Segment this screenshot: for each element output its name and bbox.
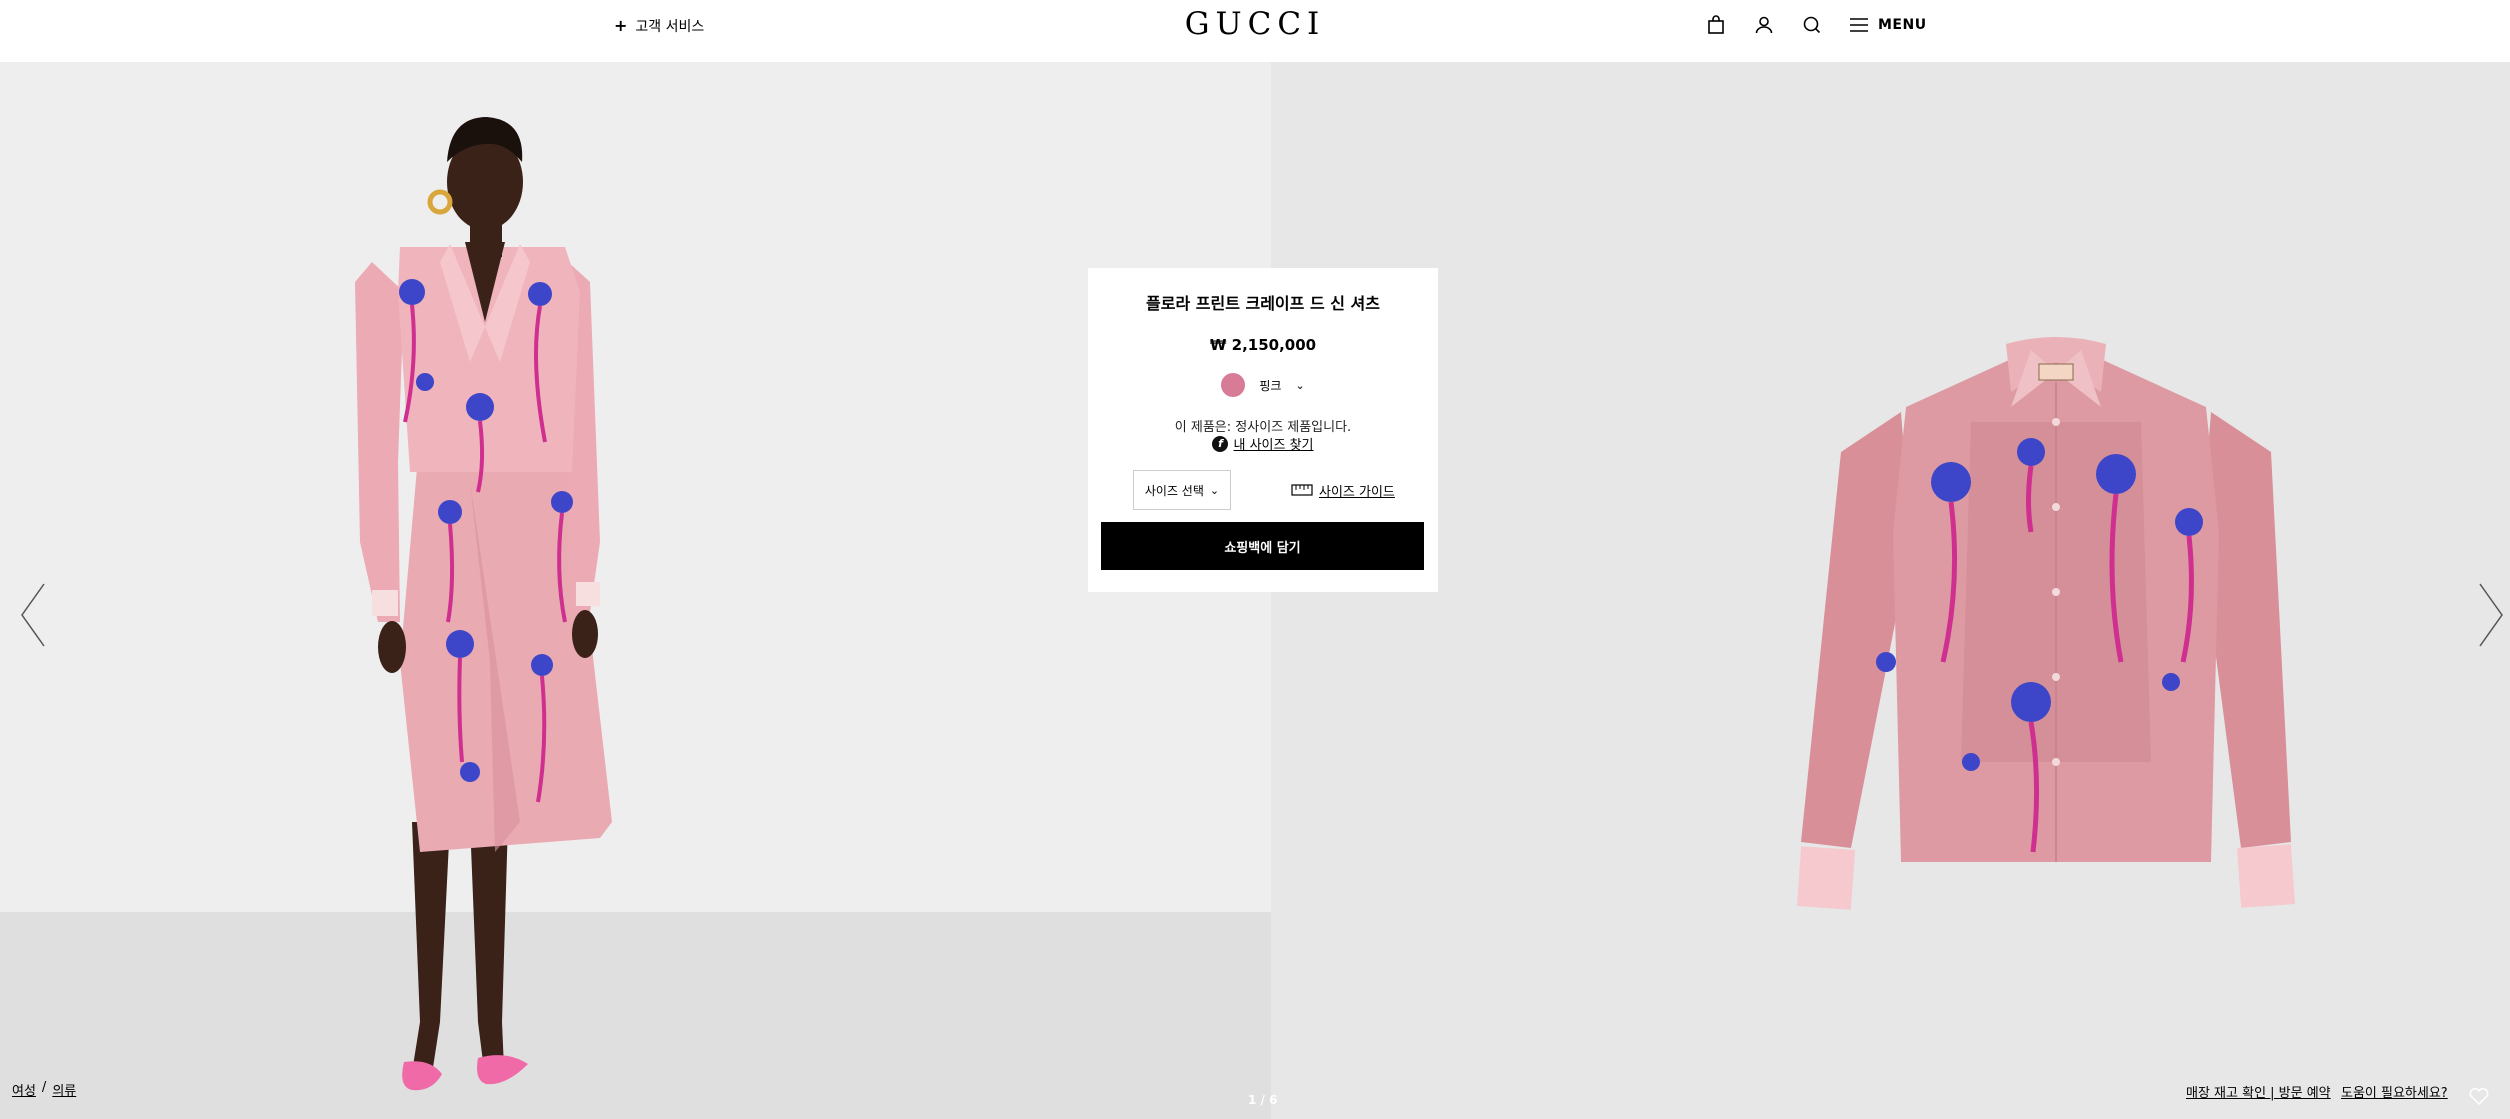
breadcrumb-separator: / [41,1080,47,1095]
product-image-panel [1271,62,2510,1119]
size-guide-link[interactable]: 사이즈 가이드 [1291,480,1395,500]
previous-arrow-icon[interactable] [18,582,48,648]
fit-note: 이 제품은: 정사이즈 제품입니다. [1174,420,1352,435]
account-icon[interactable] [1753,14,1775,36]
site-header: + 고객 서비스 GUCCI MENU [0,0,2510,62]
size-select[interactable]: 사이즈 선택 ⌄ [1133,470,1231,510]
color-selector[interactable]: 핑크 ⌄ [1088,373,1438,397]
next-arrow-icon[interactable] [2476,582,2506,648]
store-availability-link[interactable]: 매장 재고 확인 | 방문 예약 [2186,1082,2331,1101]
find-my-size-link[interactable]: f 내 사이즈 찾기 [1088,434,1438,453]
plus-icon: + [614,16,628,35]
customer-service-link[interactable]: + 고객 서비스 [614,16,704,36]
fit-finder-icon: f [1212,435,1229,452]
product-price: ₩ 2,150,000 [1209,336,1317,354]
add-to-bag-button[interactable]: 쇼핑백에 담기 [1101,522,1424,570]
chevron-down-icon: ⌄ [1295,378,1305,392]
hamburger-icon [1850,18,1868,32]
breadcrumb: 여성 / 의류 [12,1080,76,1099]
find-my-size-label: 내 사이즈 찾기 [1233,438,1314,453]
menu-button[interactable]: MENU [1850,14,1927,36]
customer-service-label: 고객 서비스 [635,19,705,35]
menu-label: MENU [1878,17,1927,33]
shopping-bag-icon[interactable] [1705,14,1727,36]
heart-icon[interactable] [2468,1086,2490,1106]
image-pager: 1 / 6 [1248,1093,1278,1107]
ruler-icon [1291,484,1313,496]
size-guide-label: 사이즈 가이드 [1319,484,1395,500]
help-link[interactable]: 도움이 필요하세요? [2341,1082,2448,1101]
product-image [1796,337,2296,910]
breadcrumb-women[interactable]: 여성 [12,1080,36,1099]
color-swatch [1221,373,1246,397]
search-icon[interactable] [1801,14,1823,36]
color-name: 핑크 [1259,378,1282,393]
product-info-card: 플로라 프린트 크레이프 드 신 셔츠 ₩ 2,150,000 핑크 ⌄ 이 제… [1088,268,1438,592]
model-image [355,117,612,1091]
gucci-logo[interactable]: GUCCI [1185,6,1326,42]
model-image-panel [0,62,1271,1119]
product-title: 플로라 프린트 크레이프 드 신 셔츠 [1146,294,1380,313]
breadcrumb-clothing[interactable]: 의류 [52,1080,76,1099]
size-select-label: 사이즈 선택 [1144,483,1204,498]
chevron-down-icon: ⌄ [1209,483,1220,497]
